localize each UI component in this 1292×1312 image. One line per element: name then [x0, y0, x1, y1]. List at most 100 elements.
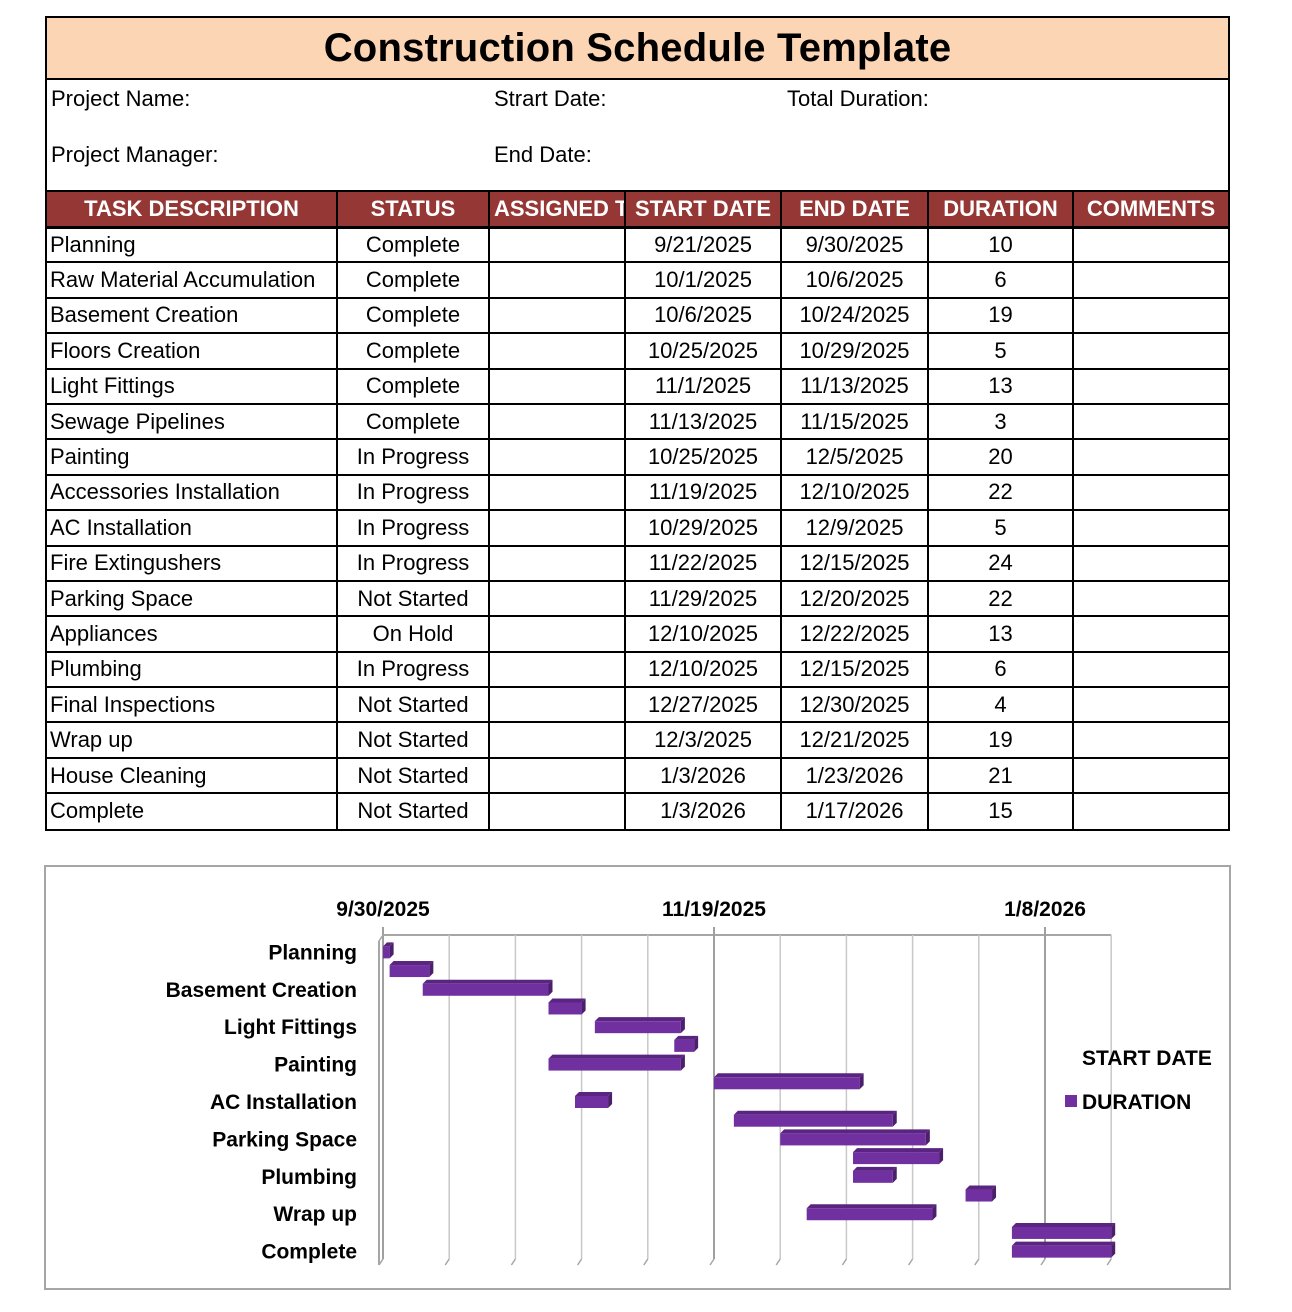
duration-bar[interactable]: [389, 961, 434, 978]
duration-bar[interactable]: [733, 1110, 897, 1127]
assigned-cell[interactable]: [488, 579, 626, 618]
assigned-cell[interactable]: [488, 721, 626, 759]
start-date-cell[interactable]: 1/3/2026: [624, 792, 782, 829]
status-cell[interactable]: Not Started: [336, 756, 490, 795]
task-cell[interactable]: Complete: [47, 792, 338, 829]
assigned-cell[interactable]: [488, 686, 626, 724]
assigned-cell[interactable]: [488, 402, 626, 441]
duration-bar[interactable]: [965, 1185, 997, 1202]
task-cell[interactable]: Fire Extingushers: [47, 544, 338, 582]
task-cell[interactable]: Light Fittings: [47, 367, 338, 405]
assigned-cell[interactable]: [488, 473, 626, 512]
comments-cell[interactable]: [1072, 615, 1228, 653]
task-cell[interactable]: House Cleaning: [47, 756, 338, 795]
start-date-cell[interactable]: 1/3/2026: [624, 756, 782, 795]
task-cell[interactable]: Appliances: [47, 615, 338, 653]
comments-cell[interactable]: [1072, 721, 1228, 759]
gantt-chart[interactable]: 9/30/2025 11/19/2025 1/8/2026 Planning Base…: [44, 865, 1231, 1290]
status-cell[interactable]: In Progress: [336, 473, 490, 512]
end-date-cell[interactable]: 12/21/2025: [780, 721, 929, 759]
start-date-cell[interactable]: 10/1/2025: [624, 261, 782, 299]
task-cell[interactable]: Parking Space: [47, 579, 338, 618]
duration-cell[interactable]: 5: [927, 509, 1074, 547]
start-date-cell[interactable]: 9/21/2025: [624, 225, 782, 264]
status-cell[interactable]: Not Started: [336, 686, 490, 724]
duration-bar[interactable]: [548, 998, 586, 1015]
end-date-cell[interactable]: 9/30/2025: [780, 225, 929, 264]
col-header-status[interactable]: STATUS: [336, 192, 490, 229]
col-header-duration[interactable]: DURATION: [927, 192, 1074, 229]
start-date-cell[interactable]: 11/13/2025: [624, 402, 782, 441]
start-date-cell[interactable]: 12/10/2025: [624, 615, 782, 653]
total-duration-label[interactable]: Total Duration:: [787, 86, 929, 112]
end-date-cell[interactable]: 10/24/2025: [780, 296, 929, 335]
status-cell[interactable]: Complete: [336, 367, 490, 405]
task-cell[interactable]: Wrap up: [47, 721, 338, 759]
legend-start-date[interactable]: START DATE: [1082, 1047, 1212, 1070]
duration-bar[interactable]: [594, 1017, 685, 1034]
assigned-cell[interactable]: [488, 367, 626, 405]
comments-cell[interactable]: [1072, 225, 1228, 264]
duration-cell[interactable]: 6: [927, 650, 1074, 689]
task-cell[interactable]: Floors Creation: [47, 332, 338, 370]
comments-cell[interactable]: [1072, 438, 1228, 476]
assigned-cell[interactable]: [488, 296, 626, 335]
comments-cell[interactable]: [1072, 756, 1228, 795]
end-date-cell[interactable]: 1/23/2026: [780, 756, 929, 795]
assigned-cell[interactable]: [488, 615, 626, 653]
status-cell[interactable]: Not Started: [336, 792, 490, 829]
comments-cell[interactable]: [1072, 473, 1228, 512]
col-header-task[interactable]: TASK DESCRIPTION: [47, 192, 338, 229]
task-cell[interactable]: Accessories Installation: [47, 473, 338, 512]
duration-cell[interactable]: 13: [927, 615, 1074, 653]
assigned-cell[interactable]: [488, 332, 626, 370]
assigned-cell[interactable]: [488, 756, 626, 795]
start-date-cell[interactable]: 10/25/2025: [624, 438, 782, 476]
task-cell[interactable]: Sewage Pipelines: [47, 402, 338, 441]
end-date-cell[interactable]: 12/30/2025: [780, 686, 929, 724]
duration-bar[interactable]: [422, 979, 553, 996]
comments-cell[interactable]: [1072, 367, 1228, 405]
assigned-cell[interactable]: [488, 438, 626, 476]
task-cell[interactable]: Raw Material Accumulation: [47, 261, 338, 299]
task-cell[interactable]: Planning: [47, 225, 338, 264]
duration-cell[interactable]: 6: [927, 261, 1074, 299]
start-date-cell[interactable]: 11/1/2025: [624, 367, 782, 405]
end-date-cell[interactable]: 12/20/2025: [780, 579, 929, 618]
duration-cell[interactable]: 4: [927, 686, 1074, 724]
assigned-cell[interactable]: [488, 225, 626, 264]
end-date-cell[interactable]: 10/6/2025: [780, 261, 929, 299]
duration-cell[interactable]: 22: [927, 473, 1074, 512]
end-date-label[interactable]: End Date:: [494, 142, 592, 168]
start-date-cell[interactable]: 10/6/2025: [624, 296, 782, 335]
end-date-cell[interactable]: 11/15/2025: [780, 402, 929, 441]
comments-cell[interactable]: [1072, 332, 1228, 370]
duration-cell[interactable]: 21: [927, 756, 1074, 795]
status-cell[interactable]: Complete: [336, 225, 490, 264]
duration-cell[interactable]: 5: [927, 332, 1074, 370]
duration-cell[interactable]: 19: [927, 296, 1074, 335]
status-cell[interactable]: Not Started: [336, 721, 490, 759]
assigned-cell[interactable]: [488, 509, 626, 547]
start-date-cell[interactable]: 11/22/2025: [624, 544, 782, 582]
comments-cell[interactable]: [1072, 296, 1228, 335]
task-cell[interactable]: Painting: [47, 438, 338, 476]
comments-cell[interactable]: [1072, 509, 1228, 547]
end-date-cell[interactable]: 12/15/2025: [780, 544, 929, 582]
duration-cell[interactable]: 19: [927, 721, 1074, 759]
duration-bar[interactable]: [780, 1129, 930, 1146]
duration-cell[interactable]: 13: [927, 367, 1074, 405]
task-cell[interactable]: Plumbing: [47, 650, 338, 689]
start-date-cell[interactable]: 12/3/2025: [624, 721, 782, 759]
duration-cell[interactable]: 20: [927, 438, 1074, 476]
status-cell[interactable]: In Progress: [336, 650, 490, 689]
duration-bar[interactable]: [853, 1148, 944, 1165]
start-date-cell[interactable]: 10/25/2025: [624, 332, 782, 370]
end-date-cell[interactable]: 12/15/2025: [780, 650, 929, 689]
col-header-start[interactable]: START DATE: [624, 192, 782, 229]
status-cell[interactable]: On Hold: [336, 615, 490, 653]
duration-bar[interactable]: [674, 1035, 699, 1052]
comments-cell[interactable]: [1072, 579, 1228, 618]
col-header-comments[interactable]: COMMENTS: [1072, 192, 1228, 229]
status-cell[interactable]: Complete: [336, 296, 490, 335]
